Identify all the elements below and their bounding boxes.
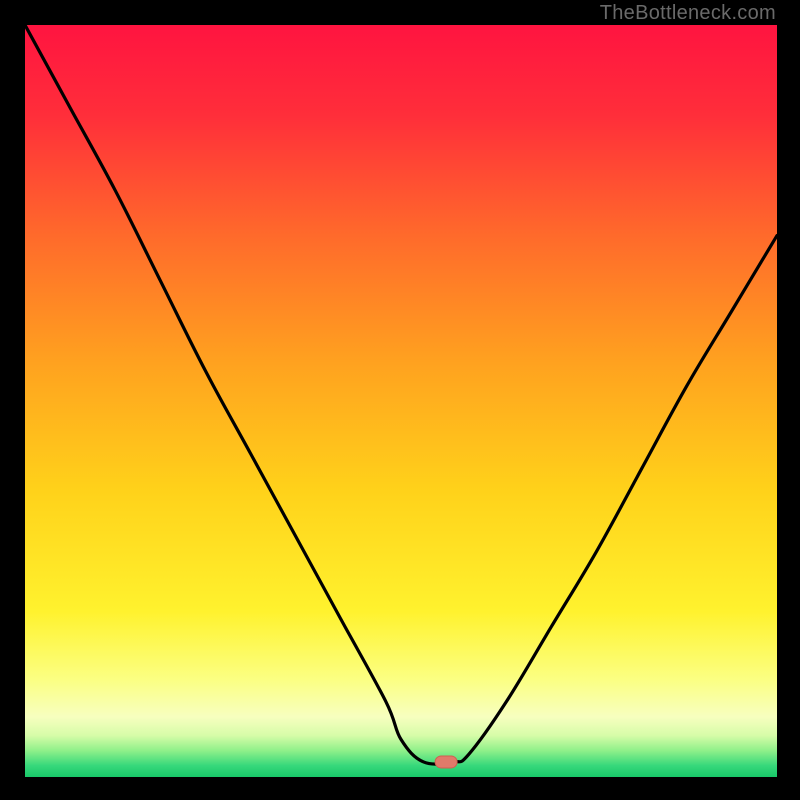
plot-area bbox=[25, 25, 777, 777]
optimum-marker bbox=[435, 756, 457, 768]
chart-frame: TheBottleneck.com bbox=[0, 0, 800, 800]
bottleneck-curve bbox=[25, 25, 777, 764]
watermark-text: TheBottleneck.com bbox=[600, 2, 776, 25]
curve-layer bbox=[25, 25, 777, 777]
